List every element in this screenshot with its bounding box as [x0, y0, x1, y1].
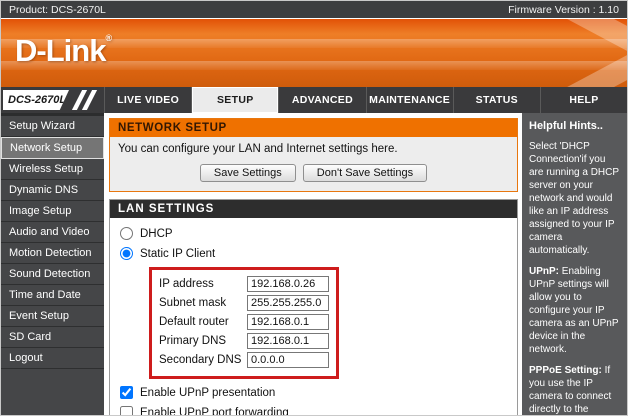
brand-banner: D-Link®: [1, 19, 627, 87]
upnp-port-forwarding-row: Enable UPnP port forwarding: [120, 406, 511, 416]
subnet-mask-field[interactable]: [247, 295, 329, 311]
subnet-mask-label: Subnet mask: [159, 297, 226, 309]
firmware-label: Firmware Version : 1.10: [508, 4, 619, 16]
main-content: NETWORK SETUP You can configure your LAN…: [104, 113, 522, 416]
dhcp-row: DHCP: [120, 227, 511, 240]
helpful-hints-title: Helpful Hints..: [529, 119, 622, 133]
primary-dns-row: Primary DNS: [159, 333, 329, 349]
sidebar-item-network-setup[interactable]: Network Setup: [1, 137, 104, 159]
primary-dns-label: Primary DNS: [159, 335, 226, 347]
subnet-mask-row: Subnet mask: [159, 295, 329, 311]
lan-settings-body: DHCP Static IP Client IP address Subnet …: [110, 218, 517, 416]
sidebar-item-sound-detection[interactable]: Sound Detection: [1, 264, 104, 285]
upnp-port-forwarding-label: Enable UPnP port forwarding: [140, 407, 289, 416]
tab-live-video[interactable]: LIVE VIDEO: [104, 87, 191, 113]
registered-mark: ®: [105, 33, 112, 43]
sidebar-item-logout[interactable]: Logout: [1, 348, 104, 369]
tab-status[interactable]: STATUS: [453, 87, 540, 113]
network-setup-description: You can configure your LAN and Internet …: [118, 143, 509, 155]
sidebar-item-setup-wizard[interactable]: Setup Wizard: [1, 116, 104, 137]
sidebar-item-time-and-date[interactable]: Time and Date: [1, 285, 104, 306]
sidebar-item-motion-detection[interactable]: Motion Detection: [1, 243, 104, 264]
sidebar-item-audio-and-video[interactable]: Audio and Video: [1, 222, 104, 243]
product-label: Product: DCS-2670L: [9, 4, 106, 16]
nav-tabs: LIVE VIDEO SETUP ADVANCED MAINTENANCE ST…: [104, 87, 627, 113]
sidebar-item-dynamic-dns[interactable]: Dynamic DNS: [1, 180, 104, 201]
network-setup-body: You can configure your LAN and Internet …: [110, 137, 517, 191]
secondary-dns-label: Secondary DNS: [159, 354, 241, 366]
default-router-field[interactable]: [247, 314, 329, 330]
product-bar: Product: DCS-2670L Firmware Version : 1.…: [1, 1, 627, 19]
ip-address-label: IP address: [159, 278, 214, 290]
tab-setup[interactable]: SETUP: [191, 87, 278, 113]
hint-dhcp: Select 'DHCP Connection'if you are runni…: [529, 140, 622, 257]
model-badge-area: DCS-2670L: [1, 87, 104, 113]
upnp-presentation-label: Enable UPnP presentation: [140, 387, 275, 399]
dlink-logo: D-Link®: [15, 33, 112, 69]
lan-settings-section: LAN SETTINGS DHCP Static IP Client IP ad…: [109, 199, 518, 416]
camera-admin-window: Product: DCS-2670L Firmware Version : 1.…: [0, 0, 628, 416]
network-setup-section: NETWORK SETUP You can configure your LAN…: [109, 118, 518, 192]
static-ip-label: Static IP Client: [140, 248, 215, 260]
page-body: Setup Wizard Network Setup Wireless Setu…: [1, 113, 627, 416]
upnp-port-forwarding-checkbox[interactable]: [120, 406, 133, 416]
helpful-hints-panel: Helpful Hints.. Select 'DHCP Connection'…: [522, 113, 628, 416]
sidebar: Setup Wizard Network Setup Wireless Setu…: [1, 113, 104, 416]
sidebar-item-sd-card[interactable]: SD Card: [1, 327, 104, 348]
hint-upnp: UPnP: Enabling UPnP settings will allow …: [529, 265, 622, 356]
primary-dns-field[interactable]: [247, 333, 329, 349]
default-router-label: Default router: [159, 316, 229, 328]
ip-address-field[interactable]: [247, 276, 329, 292]
sidebar-item-image-setup[interactable]: Image Setup: [1, 201, 104, 222]
settings-button-row: Save Settings Don't Save Settings: [118, 164, 509, 182]
dont-save-settings-button[interactable]: Don't Save Settings: [303, 164, 427, 182]
ip-fields-highlight: IP address Subnet mask Default router: [149, 267, 339, 379]
static-ip-row: Static IP Client: [120, 247, 511, 260]
network-setup-header: NETWORK SETUP: [110, 119, 517, 137]
dhcp-label: DHCP: [140, 228, 173, 240]
secondary-dns-field[interactable]: [247, 352, 329, 368]
tab-advanced[interactable]: ADVANCED: [278, 87, 365, 113]
sidebar-item-wireless-setup[interactable]: Wireless Setup: [1, 159, 104, 180]
upnp-presentation-row: Enable UPnP presentation: [120, 386, 511, 399]
main-nav: DCS-2670L LIVE VIDEO SETUP ADVANCED MAIN…: [1, 87, 627, 113]
sidebar-item-event-setup[interactable]: Event Setup: [1, 306, 104, 327]
hint-pppoe: PPPoE Setting: If you use the IP camera …: [529, 364, 622, 416]
tab-maintenance[interactable]: MAINTENANCE: [366, 87, 453, 113]
upnp-presentation-checkbox[interactable]: [120, 386, 133, 399]
save-settings-button[interactable]: Save Settings: [200, 164, 296, 182]
static-ip-radio[interactable]: [120, 247, 133, 260]
dhcp-radio[interactable]: [120, 227, 133, 240]
ip-address-row: IP address: [159, 276, 329, 292]
tab-help[interactable]: HELP: [540, 87, 627, 113]
model-badge: DCS-2670L: [3, 90, 69, 110]
lan-settings-header: LAN SETTINGS: [110, 200, 517, 218]
default-router-row: Default router: [159, 314, 329, 330]
secondary-dns-row: Secondary DNS: [159, 352, 329, 368]
